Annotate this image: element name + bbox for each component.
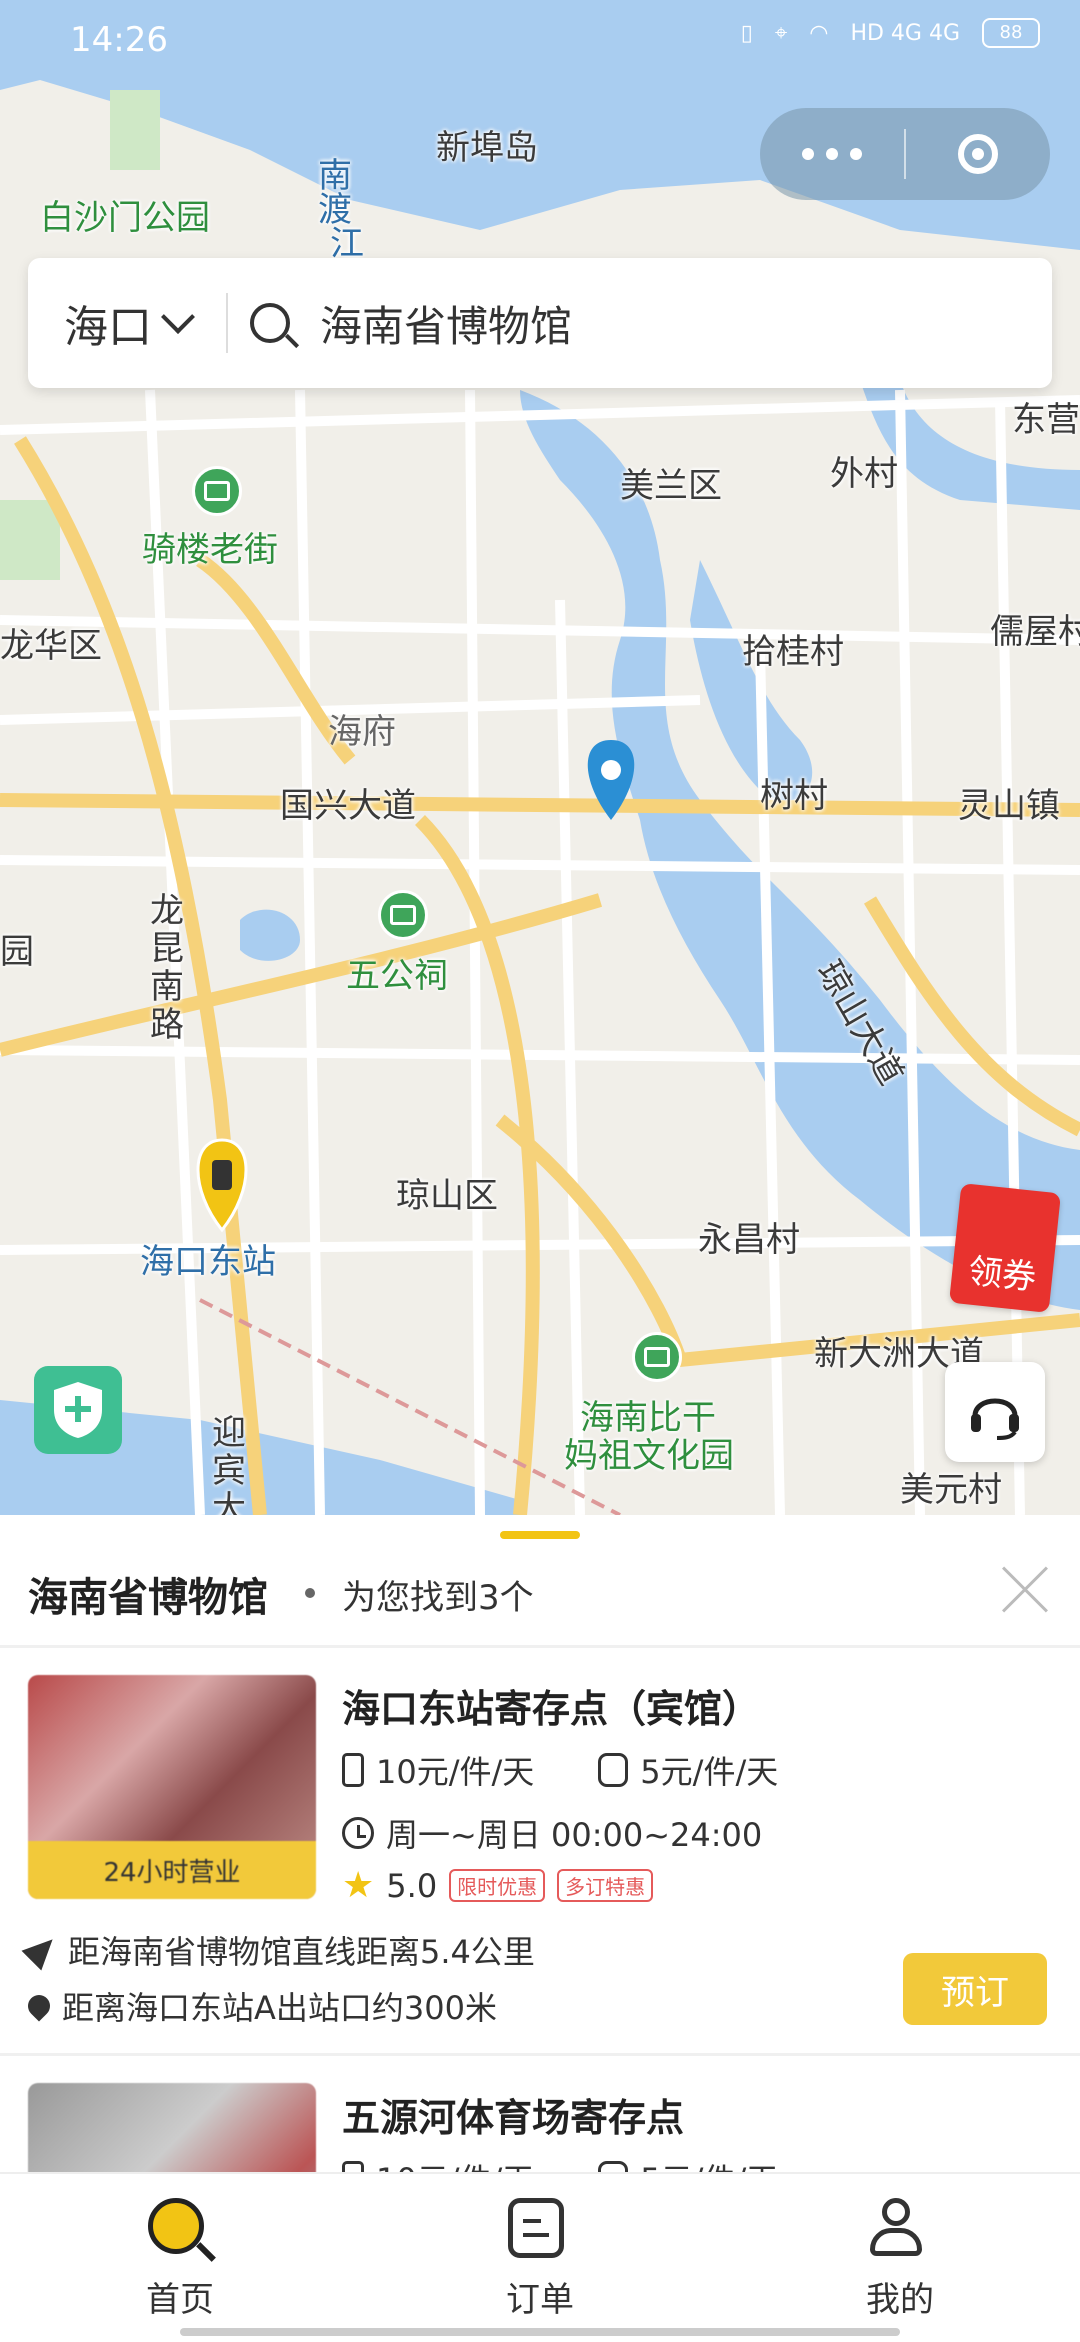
tab-orders[interactable]: 订单 — [440, 2198, 640, 2321]
search-input[interactable]: 海南省博物馆 — [320, 293, 572, 354]
locker-icon — [342, 1753, 364, 1787]
location-text: 距离海口东站A出站口约300米 — [62, 1989, 497, 2027]
network-text: HD 4G 4G — [850, 20, 960, 46]
map-label: 拾桂村 — [742, 632, 844, 672]
locker-price: 10元/件/天 — [376, 1753, 535, 1791]
camera-poi-icon[interactable] — [632, 1332, 682, 1382]
opening-hours: 周一~周日 00:00~24:00 — [386, 1816, 763, 1854]
headset-icon — [971, 1398, 1019, 1440]
home-indicator — [180, 2328, 900, 2336]
status-icons: ▯ ⌖ ◠ HD 4G 4G 88 — [741, 18, 1040, 48]
search-divider — [226, 293, 228, 353]
hours-badge: 24小时营业 — [28, 1841, 316, 1899]
promo-tag: 多订特惠 — [557, 1869, 654, 1902]
clock-icon — [342, 1817, 374, 1849]
customer-service-button[interactable] — [945, 1362, 1045, 1462]
tab-label: 我的 — [866, 2280, 934, 2320]
tab-bar: 首页 订单 我的 — [0, 2172, 1080, 2342]
star-icon: ★ — [342, 1865, 375, 1906]
results-panel: 海南省博物馆 为您找到3个 24小时营业 海口东站寄存点（宾馆） 10元/件/天… — [0, 1515, 1080, 2307]
store-name: 五源河体育场寄存点 — [342, 2096, 685, 2140]
bag-price: 5元/件/天 — [640, 1753, 779, 1791]
battery-icon: 88 — [982, 18, 1040, 48]
map-label: 龙昆南路 — [150, 891, 184, 1045]
map-label: 东营 — [1012, 400, 1080, 440]
miniprogram-capsule — [760, 108, 1050, 200]
map-label: 美兰区 — [620, 466, 722, 506]
map-label: 外村 — [830, 454, 898, 494]
map-label: 琼山区 — [396, 1176, 498, 1216]
map-label: 妈祖文化园 — [564, 1436, 734, 1476]
map-label: 迎宾大 — [212, 1413, 246, 1515]
orders-icon — [508, 2198, 564, 2258]
map-label: 儒屋村 — [990, 612, 1080, 652]
map-label: 龙华区 — [0, 626, 102, 666]
map-label: 永昌村 — [698, 1220, 800, 1260]
distance-row: 距海南省博物馆直线距离5.4公里 — [21, 1927, 535, 1973]
camera-poi-icon[interactable] — [378, 890, 428, 940]
map-label: 五公祠 — [346, 956, 448, 996]
store-name: 海口东站寄存点（宾馆） — [342, 1687, 761, 1731]
distance-text: 距海南省博物馆直线距离5.4公里 — [68, 1933, 535, 1971]
hours-row: 周一~周日 00:00~24:00 — [342, 1810, 762, 1856]
tab-me[interactable]: 我的 — [800, 2198, 1000, 2321]
vibrate-icon: ▯ — [740, 20, 753, 46]
status-bar: 14:26 ▯ ⌖ ◠ HD 4G 4G 88 — [0, 0, 1080, 80]
map-label: 新埠岛 — [436, 128, 538, 168]
promo-tag: 限时优惠 — [449, 1869, 546, 1902]
search-icon — [250, 303, 290, 343]
map-label: 骑楼老街 — [142, 530, 278, 570]
divider — [0, 1645, 1080, 1648]
wifi-icon: ◠ — [809, 20, 829, 46]
profile-icon — [868, 2198, 924, 2258]
more-button[interactable] — [760, 148, 904, 160]
coupon-label: 领券 — [966, 1251, 1039, 1299]
close-miniprogram-button[interactable] — [906, 134, 1050, 174]
map-label: 海府 — [328, 712, 396, 752]
search-icon — [148, 2198, 204, 2254]
location-icon: ⌖ — [774, 20, 788, 46]
city-selector[interactable]: 海口 — [64, 291, 195, 355]
shield-plus-icon — [54, 1382, 102, 1438]
location-pin-icon — [23, 1990, 55, 2022]
map-label: 国兴大道 — [280, 786, 416, 826]
rating-row: ★ 5.0 限时优惠 多订特惠 — [342, 1865, 654, 1906]
map-label: 美元村 — [900, 1470, 1002, 1510]
tab-label: 首页 — [146, 2280, 214, 2320]
target-icon — [957, 134, 998, 174]
rating-value: 5.0 — [386, 1866, 438, 1905]
store-thumbnail: 24小时营业 — [28, 1675, 316, 1899]
safety-button[interactable] — [34, 1366, 122, 1454]
map-label: 白沙门公园 — [40, 198, 210, 238]
status-time: 14:26 — [70, 20, 168, 60]
city-label: 海口 — [64, 302, 152, 353]
results-count: 为您找到3个 — [342, 1578, 534, 1618]
map-label: 树村 — [760, 776, 828, 816]
tab-label: 订单 — [506, 2280, 574, 2320]
location-row: 距离海口东站A出站口约300米 — [23, 1983, 497, 2029]
map-label: 海口东站 — [140, 1242, 276, 1282]
search-bar: 海口 海南省博物馆 — [28, 258, 1052, 388]
separator-dot — [305, 1588, 315, 1598]
price-row: 10元/件/天 5元/件/天 — [342, 1747, 778, 1793]
chevron-down-icon — [161, 300, 195, 334]
book-button[interactable]: 预订 — [903, 1953, 1047, 2025]
tab-home[interactable]: 首页 — [80, 2198, 280, 2321]
map-label: 园 — [0, 932, 34, 972]
navigation-arrow-icon — [21, 1929, 63, 1971]
camera-poi-icon[interactable] — [192, 466, 242, 516]
backpack-icon — [598, 1753, 629, 1787]
coupon-button[interactable]: 领券 — [949, 1183, 1061, 1313]
drag-handle[interactable] — [500, 1531, 580, 1539]
map-view[interactable]: 新埠岛 白沙门公园 南 渡 江 东营 美兰区 外村 骑楼老街 龙华区 拾桂村 儒… — [0, 0, 1080, 1515]
results-title: 海南省博物馆 — [28, 1575, 268, 1621]
map-label: 灵山镇 — [958, 786, 1060, 826]
close-icon[interactable] — [1000, 1565, 1050, 1615]
divider — [0, 2053, 1080, 2056]
